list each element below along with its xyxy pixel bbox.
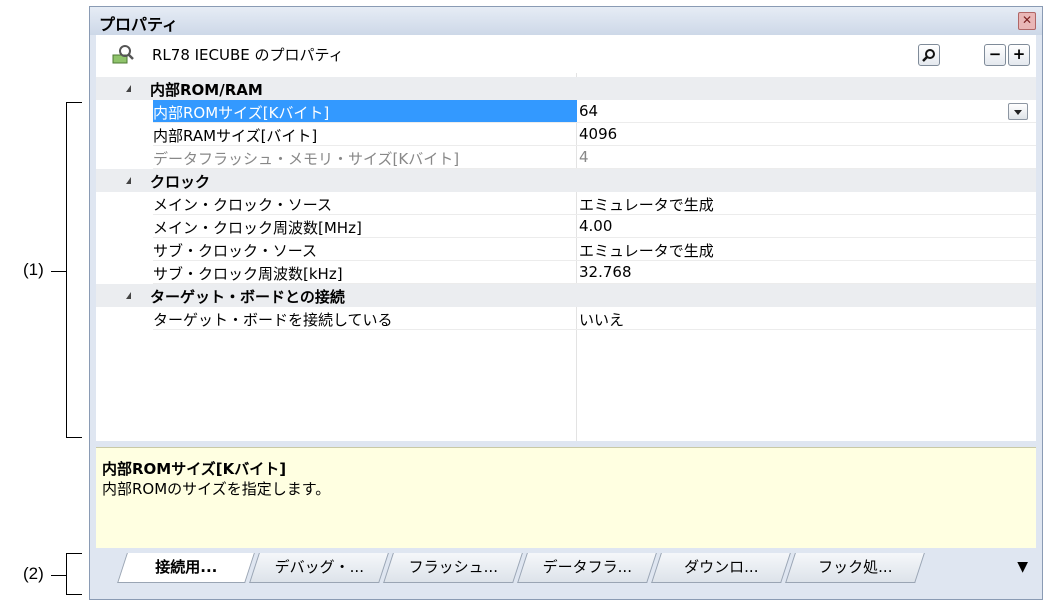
callout-label-2: (2) (23, 564, 44, 583)
collapse-all-button[interactable]: − (984, 44, 1006, 66)
row-separator (153, 329, 1036, 330)
property-row[interactable]: メイン・クロック周波数[MHz] 4.00 (96, 215, 1036, 238)
close-button[interactable]: ✕ (1018, 12, 1036, 30)
property-value[interactable]: いいえ (579, 309, 624, 330)
property-grid: 内部ROM/RAM 内部ROMサイズ[Kバイト] 64 内部RAMサイズ[バイト… (96, 73, 1036, 441)
property-label: 内部ROMサイズ[Kバイト] (153, 104, 330, 122)
tab-overflow-button[interactable]: ▼ (1017, 559, 1028, 575)
panel-title: プロパティ (99, 15, 179, 34)
tab-bar: 接続用... デバッグ・... フラッシュ... データフラ... ダウンロ..… (96, 551, 1036, 591)
property-label: ターゲット・ボードを接続している (153, 311, 393, 329)
tab-data-flash[interactable]: データフラ... (517, 553, 657, 583)
description-text: 内部ROMのサイズを指定します。 (102, 480, 331, 498)
category-row[interactable]: クロック (96, 169, 1036, 192)
property-value[interactable]: 64 (579, 102, 598, 120)
property-label: 内部RAMサイズ[バイト] (153, 127, 318, 145)
property-label: メイン・クロック周波数[MHz] (153, 219, 362, 237)
callout-label-1: (1) (23, 260, 44, 279)
category-row[interactable]: 内部ROM/RAM (96, 77, 1036, 100)
property-value[interactable]: エミュレータで生成 (579, 194, 714, 215)
property-label: メイン・クロック・ソース (153, 196, 332, 214)
close-icon: ✕ (1021, 13, 1033, 27)
property-row[interactable]: 内部RAMサイズ[バイト] 4096 (96, 123, 1036, 146)
panel-header: RL78 IECUBE のプロパティ − + (96, 35, 1036, 73)
collapse-triangle-icon[interactable] (126, 177, 131, 184)
property-value[interactable]: エミュレータで生成 (579, 240, 714, 261)
property-value: 4 (579, 148, 589, 166)
property-label: サブ・クロック周波数[kHz] (153, 265, 343, 283)
collapse-triangle-icon[interactable] (126, 85, 131, 92)
collapse-triangle-icon[interactable] (126, 292, 131, 299)
description-area: 内部ROMサイズ[Kバイト] 内部ROMのサイズを指定します。 (96, 447, 1036, 548)
property-value[interactable]: 4096 (579, 125, 617, 143)
callout-line-1 (51, 271, 66, 272)
expand-all-button[interactable]: + (1008, 44, 1030, 66)
callout-bracket-2 (66, 553, 82, 595)
category-label: ターゲット・ボードとの接続 (150, 288, 345, 306)
category-label: 内部ROM/RAM (150, 81, 263, 99)
panel-titlebar: プロパティ ✕ (90, 7, 1042, 35)
tab-hook[interactable]: フック処... (785, 553, 925, 583)
category-row[interactable]: ターゲット・ボードとの接続 (96, 284, 1036, 307)
property-row[interactable]: 内部ROMサイズ[Kバイト] 64 (96, 100, 1036, 123)
search-button[interactable] (918, 44, 940, 66)
property-label: データフラッシュ・メモリ・サイズ[Kバイト] (153, 150, 460, 168)
property-value[interactable]: 32.768 (579, 263, 632, 281)
property-panel: プロパティ ✕ RL78 IECUBE のプロパティ − + 内部ROM/RAM (89, 6, 1043, 600)
emulator-icon (112, 45, 134, 64)
property-row[interactable]: ターゲット・ボードを接続している いいえ (96, 307, 1036, 330)
dropdown-button[interactable] (1008, 103, 1028, 120)
description-title: 内部ROMサイズ[Kバイト] (102, 460, 287, 478)
category-label: クロック (150, 173, 211, 191)
header-name: RL78 IECUBE のプロパティ (152, 46, 344, 64)
property-label: サブ・クロック・ソース (153, 242, 317, 260)
tab-flash[interactable]: フラッシュ... (383, 553, 523, 583)
tab-debug[interactable]: デバッグ・... (249, 553, 389, 583)
callout-line-2 (51, 575, 66, 576)
callout-bracket-1 (66, 102, 82, 438)
property-value[interactable]: 4.00 (579, 217, 612, 235)
property-row[interactable]: メイン・クロック・ソース エミュレータで生成 (96, 192, 1036, 215)
tab-connection[interactable]: 接続用... (117, 553, 255, 583)
property-row[interactable]: データフラッシュ・メモリ・サイズ[Kバイト] 4 (96, 146, 1036, 169)
search-icon (922, 49, 935, 62)
property-row[interactable]: サブ・クロック周波数[kHz] 32.768 (96, 261, 1036, 284)
chevron-down-icon: ▼ (1017, 559, 1028, 575)
property-row[interactable]: サブ・クロック・ソース エミュレータで生成 (96, 238, 1036, 261)
tab-download[interactable]: ダウンロ... (651, 553, 791, 583)
